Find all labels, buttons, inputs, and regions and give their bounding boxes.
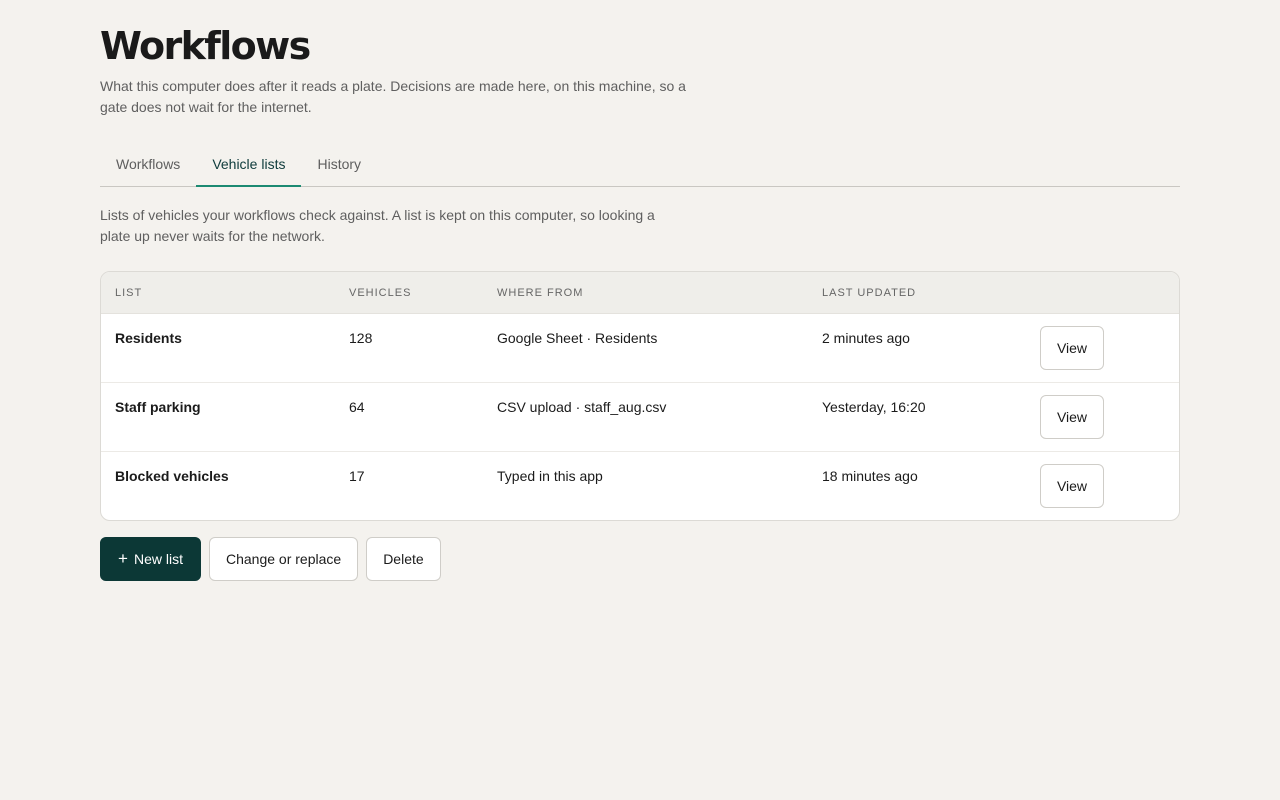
last-updated: 18 minutes ago	[822, 468, 918, 484]
view-button[interactable]: View	[1040, 326, 1104, 370]
last-updated: Yesterday, 16:20	[822, 399, 926, 415]
section-description: Lists of vehicles your workflows check a…	[100, 207, 655, 244]
vehicle-lists-table: LIST VEHICLES WHERE FROM LAST UPDATED Re…	[100, 271, 1180, 521]
list-source: CSV upload · staff_aug.csv	[497, 399, 667, 415]
vehicle-count: 64	[349, 399, 365, 415]
last-updated: 2 minutes ago	[822, 330, 910, 346]
list-source: Google Sheet · Residents	[497, 330, 658, 346]
tab-bar: Workflows Vehicle lists History	[100, 142, 1180, 187]
tab-history[interactable]: History	[301, 142, 377, 186]
change-or-replace-button[interactable]: Change or replace	[209, 537, 359, 581]
new-list-label: New list	[133, 551, 183, 567]
new-list-button[interactable]: + New list	[100, 537, 201, 581]
view-button[interactable]: View	[1040, 395, 1104, 439]
page-intro: What this computer does after it reads a…	[100, 78, 686, 115]
column-header-where-from: WHERE FROM	[497, 287, 584, 299]
vehicle-count: 17	[349, 468, 365, 484]
tab-workflows[interactable]: Workflows	[100, 142, 196, 186]
column-header-vehicles: VEHICLES	[349, 287, 412, 299]
tab-vehicle-lists[interactable]: Vehicle lists	[196, 142, 302, 187]
view-button[interactable]: View	[1040, 464, 1104, 508]
vehicle-count: 128	[349, 330, 373, 346]
list-source: Typed in this app	[497, 468, 603, 484]
column-header-list: LIST	[115, 287, 143, 299]
list-name: Residents	[115, 330, 182, 346]
page-title: Workflows	[100, 24, 311, 68]
table-row: Staff parking 64 CSV upload · staff_aug.…	[101, 383, 1179, 452]
table-row: Blocked vehicles 17 Typed in this app 18…	[101, 452, 1179, 520]
list-name: Staff parking	[115, 399, 201, 415]
column-header-last-updated: LAST UPDATED	[822, 287, 917, 299]
plus-icon: +	[118, 548, 128, 568]
delete-button[interactable]: Delete	[366, 537, 441, 581]
table-header: LIST VEHICLES WHERE FROM LAST UPDATED	[101, 272, 1179, 314]
list-name: Blocked vehicles	[115, 468, 229, 484]
table-row: Residents 128 Google Sheet · Residents 2…	[101, 314, 1179, 383]
list-actions: + New list Change or replace Delete	[100, 537, 441, 581]
